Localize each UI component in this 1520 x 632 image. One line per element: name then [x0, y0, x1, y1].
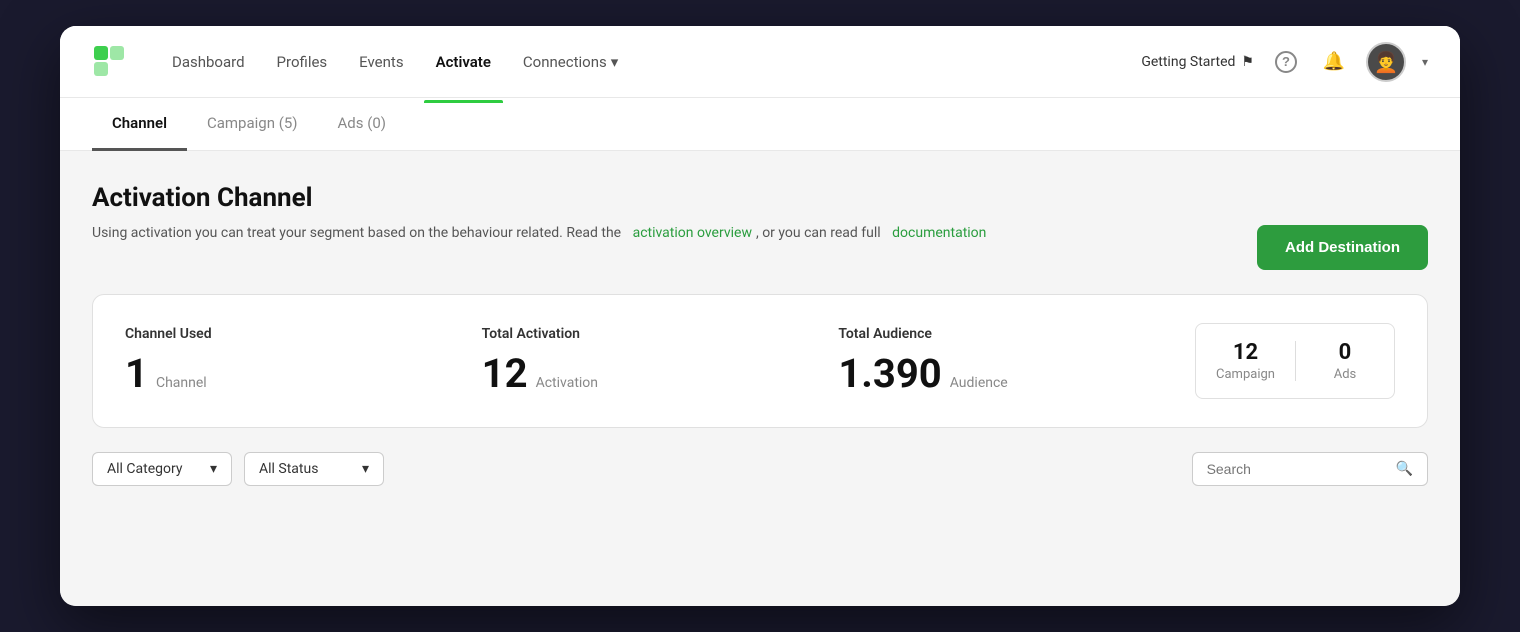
total-activation-label: Total Activation	[482, 326, 791, 342]
nav-profiles[interactable]: Profiles	[265, 45, 340, 79]
channel-number: 1	[125, 350, 148, 397]
tab-campaign[interactable]: Campaign (5)	[187, 98, 318, 151]
help-icon: ?	[1275, 51, 1297, 73]
total-audience-label: Total Audience	[838, 326, 1147, 342]
search-input[interactable]	[1207, 461, 1388, 477]
total-activation-stat: Total Activation 12 Activation	[482, 326, 791, 397]
nav-dashboard[interactable]: Dashboard	[160, 45, 257, 79]
connections-chevron-icon: ▾	[611, 53, 619, 71]
channel-used-value-row: 1 Channel	[125, 350, 434, 397]
status-filter[interactable]: All Status ▾	[244, 452, 384, 486]
user-avatar[interactable]: 🧑‍🦱	[1366, 42, 1406, 82]
documentation-link[interactable]: documentation	[892, 225, 986, 241]
category-filter[interactable]: All Category ▾	[92, 452, 232, 486]
channel-unit: Channel	[156, 375, 207, 391]
status-chevron-icon: ▾	[362, 461, 369, 477]
avatar-emoji: 🧑‍🦱	[1374, 50, 1399, 74]
description-paragraph: Using activation you can treat your segm…	[92, 225, 1237, 241]
nav-events[interactable]: Events	[347, 45, 415, 79]
browser-frame: Dashboard Profiles Events Activate Conne…	[60, 26, 1460, 606]
nav-links: Dashboard Profiles Events Activate Conne…	[160, 45, 1109, 79]
tab-channel[interactable]: Channel	[92, 98, 187, 151]
nav-right: Getting Started ⚑ ? 🔔 🧑‍🦱 ▾	[1141, 42, 1428, 82]
notifications-button[interactable]: 🔔	[1318, 46, 1350, 78]
app-container: Dashboard Profiles Events Activate Conne…	[60, 26, 1460, 606]
campaign-compact-number: 12	[1216, 340, 1275, 365]
compact-stats-card: 12 Campaign 0 Ads	[1195, 323, 1395, 399]
search-box: 🔍	[1192, 452, 1428, 486]
flag-icon: ⚑	[1241, 54, 1254, 70]
page-title: Activation Channel	[92, 183, 1428, 213]
getting-started-button[interactable]: Getting Started ⚑	[1141, 54, 1254, 70]
ads-compact-stat: 0 Ads	[1296, 340, 1394, 382]
main-content: Activation Channel Using activation you …	[60, 151, 1460, 606]
add-destination-button[interactable]: Add Destination	[1257, 225, 1428, 270]
description-text: Using activation you can treat your segm…	[92, 225, 1237, 245]
activation-number: 12	[482, 350, 528, 397]
nav-connections[interactable]: Connections ▾	[511, 45, 630, 79]
campaign-compact-label: Campaign	[1216, 367, 1275, 382]
user-menu-chevron-icon[interactable]: ▾	[1422, 55, 1428, 69]
audience-number: 1.390	[838, 350, 941, 397]
activation-value-row: 12 Activation	[482, 350, 791, 397]
search-icon: 🔍	[1396, 461, 1413, 477]
audience-value-row: 1.390 Audience	[838, 350, 1147, 397]
activation-overview-link[interactable]: activation overview	[633, 225, 752, 241]
filter-left: All Category ▾ All Status ▾	[92, 452, 384, 486]
total-audience-stat: Total Audience 1.390 Audience	[838, 326, 1147, 397]
help-button[interactable]: ?	[1270, 46, 1302, 78]
desc-part1: Using activation you can treat your segm…	[92, 225, 621, 241]
top-nav: Dashboard Profiles Events Activate Conne…	[60, 26, 1460, 98]
category-filter-label: All Category	[107, 461, 182, 477]
tab-ads[interactable]: Ads (0)	[318, 98, 407, 151]
channel-used-stat: Channel Used 1 Channel	[125, 326, 434, 397]
tab-bar: Channel Campaign (5) Ads (0)	[60, 98, 1460, 151]
app-logo[interactable]	[92, 44, 128, 80]
audience-unit: Audience	[950, 375, 1008, 391]
ads-compact-label: Ads	[1316, 367, 1374, 382]
description-row: Using activation you can treat your segm…	[92, 225, 1428, 270]
filter-row: All Category ▾ All Status ▾ 🔍	[92, 452, 1428, 486]
getting-started-label: Getting Started	[1141, 54, 1235, 70]
status-filter-label: All Status	[259, 461, 318, 477]
channel-used-label: Channel Used	[125, 326, 434, 342]
activation-unit: Activation	[536, 375, 598, 391]
ads-compact-number: 0	[1316, 340, 1374, 365]
stats-card: Channel Used 1 Channel Total Activation …	[92, 294, 1428, 428]
bell-icon: 🔔	[1323, 51, 1345, 72]
nav-activate[interactable]: Activate	[424, 45, 503, 79]
desc-part2: , or you can read full	[756, 225, 881, 241]
category-chevron-icon: ▾	[210, 461, 217, 477]
campaign-compact-stat: 12 Campaign	[1196, 340, 1295, 382]
